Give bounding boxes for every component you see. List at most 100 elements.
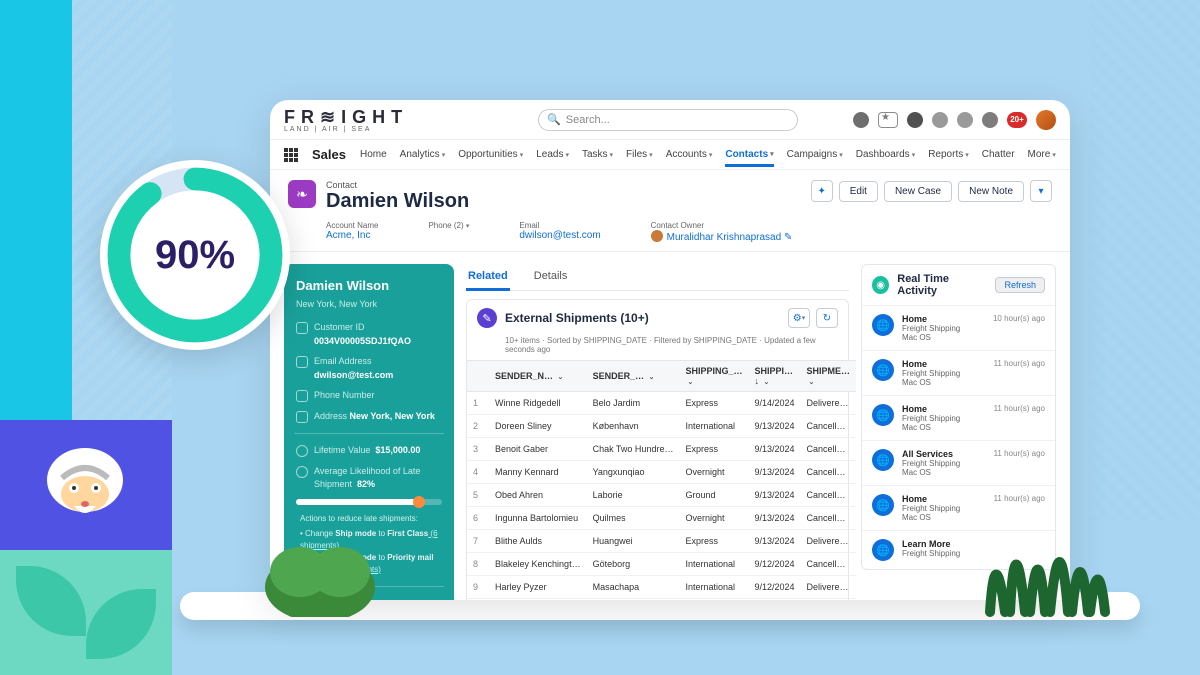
new-note-button[interactable]: New Note: [958, 181, 1024, 202]
detail-tabs: Related Details: [466, 264, 849, 291]
email-link[interactable]: dwilson@test.com: [519, 230, 600, 241]
activity-icon: ◉: [872, 276, 889, 294]
panel-title[interactable]: External Shipments (10+): [505, 311, 649, 325]
nav-accounts[interactable]: Accounts▾: [666, 149, 713, 160]
globe-icon: 🌐: [872, 359, 894, 381]
account-label: Account Name: [326, 221, 378, 230]
favorites-icon[interactable]: [878, 112, 898, 128]
globe-icon: 🌐: [872, 494, 894, 516]
nav-leads[interactable]: Leads▾: [536, 149, 569, 160]
globe-icon: 🌐: [872, 449, 894, 471]
brand-block: FR≋IGHT LAND | AIR | SEA: [284, 107, 408, 133]
new-case-button[interactable]: New Case: [884, 181, 952, 202]
record-highlight-fields: Account Name Acme, Inc Phone (2) ▾ Email…: [326, 221, 1052, 243]
table-row[interactable]: 1Winne RidgedellBelo JardimExpress9/14/2…: [467, 392, 856, 415]
notification-badge[interactable]: 20+: [1007, 112, 1027, 128]
topbar: FR≋IGHT LAND | AIR | SEA 🔍 Search... 20+: [270, 100, 1070, 140]
chevron-down-icon[interactable]: ▾: [565, 151, 569, 159]
pin-icon: [296, 411, 308, 423]
decor-stripe-blue: [0, 0, 72, 420]
activity-item[interactable]: 🌐All ServicesFreight ShippingMac OS11 ho…: [862, 440, 1055, 485]
contact-icon: ❧: [288, 180, 316, 208]
einstein-action-icon[interactable]: ✦: [811, 180, 833, 202]
table-row[interactable]: 6Ingunna BartolomieuQuilmesOvernight9/13…: [467, 507, 856, 530]
table-row[interactable]: 7Blithe AuldsHuangweiExpress9/13/2024Del…: [467, 530, 856, 553]
globe-icon: 🌐: [872, 314, 894, 336]
einstein-icon: [30, 440, 140, 535]
nav-chatter[interactable]: Chatter: [982, 149, 1015, 160]
record-header: ❧ Contact Damien Wilson ✦ Edit New Case …: [270, 170, 1070, 252]
help-icon[interactable]: [957, 112, 973, 128]
activity-item[interactable]: 🌐HomeFreight ShippingMac OS11 hour(s) ag…: [862, 350, 1055, 395]
panel-gear-icon[interactable]: ⚙▾: [788, 308, 810, 328]
chevron-down-icon[interactable]: ▾: [442, 151, 446, 159]
owner-link[interactable]: Muralidhar Krishnaprasad ✎: [651, 230, 793, 243]
app-name: Sales: [312, 147, 346, 162]
shipments-table: SENDER_N… ⌄SENDER_… ⌄SHIPPING_… ⌄SHIPPI……: [467, 360, 856, 600]
nav-analytics[interactable]: Analytics▾: [400, 149, 446, 160]
cloud2-icon[interactable]: [932, 112, 948, 128]
nav-dashboards[interactable]: Dashboards▾: [856, 149, 915, 160]
col-header[interactable]: SHIPME… ⌄: [801, 361, 857, 392]
nav-more[interactable]: More▾: [1028, 149, 1056, 160]
chevron-down-icon[interactable]: ▾: [1052, 151, 1056, 159]
chevron-down-icon[interactable]: ▾: [912, 151, 916, 159]
table-row[interactable]: 8Blakeley Kenchingt…GöteborgInternationa…: [467, 553, 856, 576]
edit-button[interactable]: Edit: [839, 181, 878, 202]
global-search[interactable]: 🔍 Search...: [538, 109, 798, 131]
col-header[interactable]: SENDER_… ⌄: [587, 361, 680, 392]
panel-refresh-icon[interactable]: ↻: [816, 308, 838, 328]
nav-opportunities[interactable]: Opportunities▾: [458, 149, 523, 160]
table-row[interactable]: 5Obed AhrenLaborieGround9/13/2024Cancell…: [467, 484, 856, 507]
shipments-icon: ✎: [477, 308, 497, 328]
nav-campaigns[interactable]: Campaigns▾: [787, 149, 843, 160]
phone-icon: [296, 390, 308, 402]
account-link[interactable]: Acme, Inc: [326, 230, 378, 241]
table-row[interactable]: 3Benoit GaberChak Two Hundre…Express9/13…: [467, 438, 856, 461]
activity-item[interactable]: 🌐HomeFreight ShippingMac OS10 hour(s) ag…: [862, 305, 1055, 350]
card-location: New York, New York: [296, 298, 442, 312]
cloud-icon[interactable]: [853, 112, 869, 128]
col-header[interactable]: SENDER_N… ⌄: [489, 361, 587, 392]
chevron-down-icon: ▾: [466, 223, 470, 230]
phone-label: Phone (2) ▾: [428, 221, 469, 230]
nav-contacts[interactable]: Contacts▾: [725, 149, 773, 167]
nav-reports[interactable]: Reports▾: [928, 149, 969, 160]
nav-home[interactable]: Home: [360, 149, 387, 160]
chevron-down-icon[interactable]: ▾: [965, 151, 969, 159]
nav-tasks[interactable]: Tasks▾: [582, 149, 613, 160]
chevron-down-icon[interactable]: ▾: [709, 151, 713, 159]
search-icon: 🔍: [547, 113, 561, 126]
activity-item[interactable]: 🌐HomeFreight ShippingMac OS11 hour(s) ag…: [862, 395, 1055, 440]
brand-name: FR≋IGHT: [284, 107, 408, 128]
globe-icon: 🌐: [872, 404, 894, 426]
refresh-button[interactable]: Refresh: [995, 277, 1045, 293]
topbar-icons: 20+: [853, 110, 1056, 130]
chevron-down-icon[interactable]: ▾: [770, 150, 774, 158]
gauge-icon: [296, 466, 308, 478]
panel-meta: 10+ items · Sorted by SHIPPING_DATE · Fi…: [467, 336, 848, 360]
more-actions-icon[interactable]: ▾: [1030, 180, 1052, 202]
table-row[interactable]: 9Harley PyzerMasachapaInternational9/12/…: [467, 576, 856, 599]
col-header[interactable]: SHIPPI… ↓ ⌄: [748, 361, 800, 392]
chevron-down-icon[interactable]: ▾: [610, 151, 614, 159]
chevron-down-icon[interactable]: ▾: [649, 151, 653, 159]
user-avatar[interactable]: [1036, 110, 1056, 130]
nav-files[interactable]: Files▾: [626, 149, 653, 160]
owner-label: Contact Owner: [651, 221, 793, 230]
table-row[interactable]: 4Manny KennardYangxunqiaoOvernight9/13/2…: [467, 461, 856, 484]
plus-icon[interactable]: [907, 112, 923, 128]
col-header[interactable]: SHIPPING_… ⌄: [679, 361, 748, 392]
tab-related[interactable]: Related: [466, 264, 510, 291]
chevron-down-icon[interactable]: ▾: [839, 151, 843, 159]
chevron-down-icon[interactable]: ▾: [520, 151, 524, 159]
external-shipments-panel: ✎ External Shipments (10+) ⚙▾ ↻ 10+ item…: [466, 299, 849, 600]
decor-stripe-right: [1090, 0, 1200, 520]
tab-details[interactable]: Details: [532, 264, 570, 290]
decor-grass-right: [980, 507, 1110, 617]
table-row[interactable]: 10Nari DonizeauLuan BaluGround9/12/2024C…: [467, 599, 856, 601]
decor-einstein-tile: [0, 420, 172, 550]
nav-bar: Sales Home Analytics▾ Opportunities▾ Leads▾…: [270, 140, 1070, 170]
gear-icon[interactable]: [982, 112, 998, 128]
table-row[interactable]: 2Doreen SlineyKøbenhavnInternational9/13…: [467, 415, 856, 438]
